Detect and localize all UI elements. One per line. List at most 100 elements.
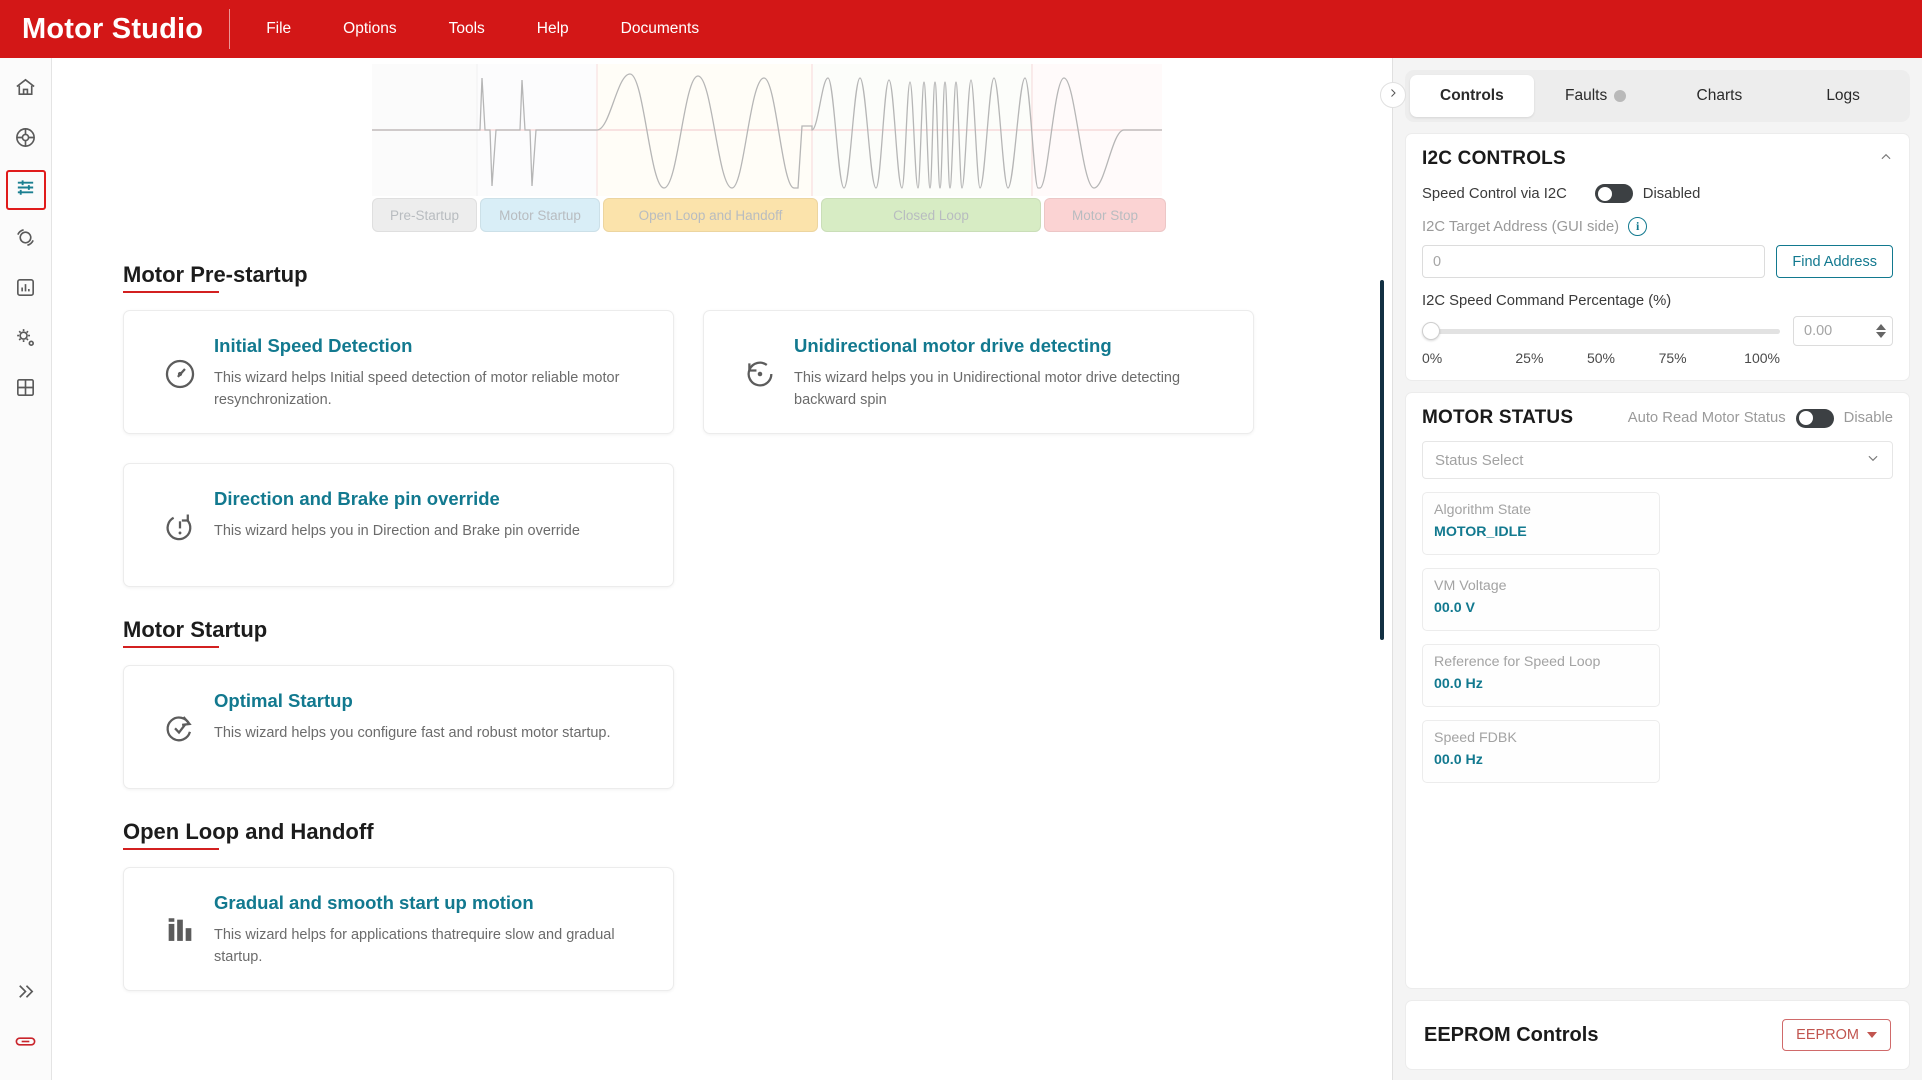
- wizard-sections: Motor Pre-startup Initial Speed Detection…: [52, 232, 1392, 992]
- eeprom-title: EEPROM Controls: [1424, 1023, 1599, 1046]
- i2c-controls-header: I2C CONTROLS: [1422, 148, 1893, 170]
- wizard-section: Motor Pre-startup Initial Speed Detection…: [52, 232, 1392, 588]
- toggle-knob: [1798, 411, 1813, 425]
- target-address-input-row: 0 Find Address: [1422, 245, 1893, 278]
- i2c-controls-card: I2C CONTROLS Speed Control via I2C Disab…: [1405, 133, 1910, 381]
- auto-read-label: Auto Read Motor Status: [1627, 410, 1786, 426]
- main-scrollbar-thumb[interactable]: [1380, 280, 1384, 640]
- tab-logs[interactable]: Logs: [1781, 75, 1905, 117]
- stage-chip-label: Closed Loop: [893, 207, 969, 223]
- stage-chip-label: Open Loop and Handoff: [638, 207, 783, 223]
- speed-control-toggle[interactable]: [1594, 184, 1633, 203]
- auto-read-toggle[interactable]: [1795, 408, 1834, 428]
- left-sidebar: [0, 58, 52, 1080]
- wizard-card[interactable]: Direction and Brake pin override This wiz…: [123, 463, 674, 588]
- menu-item-tools[interactable]: Tools: [423, 12, 511, 46]
- stage-chip[interactable]: Motor Startup: [480, 198, 600, 232]
- wizard-card-list: Initial Speed Detection This wizard helps…: [123, 310, 1392, 588]
- wizard-card[interactable]: Gradual and smooth start up motion This w…: [123, 867, 674, 992]
- toggle-knob: [1597, 186, 1612, 201]
- app-title: Motor Studio: [22, 12, 204, 45]
- tab-controls-label: Controls: [1440, 87, 1504, 104]
- eeprom-dropdown-button[interactable]: EEPROM: [1782, 1019, 1891, 1051]
- gears-icon: [14, 326, 37, 354]
- sidebar-item-settings[interactable]: [6, 320, 46, 360]
- wizard-card-description: This wizard helps Initial speed detectio…: [214, 370, 620, 409]
- info-icon[interactable]: i: [1628, 217, 1648, 236]
- menu-bar: File Options Tools Help Documents: [240, 12, 725, 46]
- home-icon: [14, 76, 37, 104]
- stepper-arrows-icon[interactable]: [1876, 324, 1886, 338]
- wizard-card-body: Gradual and smooth start up motion This w…: [214, 892, 651, 968]
- waveform-svg: [372, 64, 1162, 196]
- status-field-value: 00.0 Hz: [1434, 752, 1483, 768]
- menu-item-file[interactable]: File: [240, 12, 317, 46]
- motor-status-title: MOTOR STATUS: [1422, 407, 1574, 428]
- slider-thumb[interactable]: [1422, 322, 1440, 340]
- speed-percentage-value: 0.00: [1804, 323, 1833, 339]
- wizard-card-body: Unidirectional motor drive detecting This…: [794, 335, 1231, 411]
- wizard-card[interactable]: Initial Speed Detection This wizard helps…: [123, 310, 674, 435]
- motor-status-header: MOTOR STATUS Auto Read Motor Status Disa…: [1422, 407, 1893, 429]
- motor-stage-diagram: Pre-Startup Motor Startup Open Loop and Ha…: [52, 58, 1392, 232]
- tick-100: 100%: [1744, 350, 1780, 366]
- status-select-dropdown[interactable]: Status Select: [1422, 441, 1893, 479]
- stage-chip[interactable]: Motor Stop: [1044, 198, 1166, 232]
- i2c-controls-title: I2C CONTROLS: [1422, 148, 1566, 169]
- wizard-card-list: Gradual and smooth start up motion This w…: [123, 867, 1392, 992]
- wizard-card[interactable]: Unidirectional motor drive detecting This…: [703, 310, 1254, 435]
- chevron-right-icon: [1387, 86, 1399, 104]
- collapse-chevron-up-icon[interactable]: [1879, 150, 1893, 169]
- wizard-card-title[interactable]: Optimal Startup: [214, 690, 651, 712]
- speed-control-state: Disabled: [1642, 185, 1701, 202]
- rotation-icon: [14, 226, 37, 254]
- panel-tab-bar: Controls Faults Charts Logs: [1405, 70, 1910, 122]
- wizard-card[interactable]: Optimal Startup This wizard helps you con…: [123, 665, 674, 790]
- sidebar-item-home[interactable]: [6, 70, 46, 110]
- stage-chip[interactable]: Open Loop and Handoff: [603, 198, 818, 232]
- sidebar-item-registers[interactable]: [6, 370, 46, 410]
- speed-percentage-slider[interactable]: [1422, 321, 1780, 341]
- stage-chip[interactable]: Pre-Startup: [372, 198, 477, 232]
- tab-faults[interactable]: Faults: [1534, 75, 1658, 117]
- wizard-card-title[interactable]: Direction and Brake pin override: [214, 488, 651, 510]
- status-field-value: 00.0 V: [1434, 600, 1476, 616]
- slider-track: [1422, 328, 1780, 334]
- tab-controls[interactable]: Controls: [1410, 75, 1534, 117]
- wizard-card-description: This wizard helps you configure fast and…: [214, 725, 611, 742]
- speed-percentage-stepper[interactable]: 0.00: [1793, 316, 1893, 346]
- wizard-card-body: Direction and Brake pin override This wiz…: [214, 488, 651, 542]
- stage-chip[interactable]: Closed Loop: [821, 198, 1041, 232]
- menu-item-options[interactable]: Options: [317, 12, 422, 46]
- wizard-card-title[interactable]: Unidirectional motor drive detecting: [794, 335, 1231, 357]
- speed-control-row: Speed Control via I2C Disabled: [1422, 184, 1893, 203]
- wizard-card-title[interactable]: Initial Speed Detection: [214, 335, 651, 357]
- alert-spin-icon: [146, 488, 214, 544]
- reverse-spin-icon: [726, 335, 794, 391]
- sidebar-expand-button[interactable]: [6, 974, 46, 1014]
- menu-item-help[interactable]: Help: [511, 12, 595, 46]
- speed-control-label: Speed Control via I2C: [1422, 185, 1567, 202]
- sidebar-item-charts[interactable]: [6, 270, 46, 310]
- sidebar-item-connection[interactable]: [6, 1024, 46, 1064]
- wizard-section: Motor Startup Optimal Startup This wizard …: [52, 587, 1392, 790]
- panel-collapse-button[interactable]: [1380, 82, 1406, 108]
- wizard-card-list: Optimal Startup This wizard helps you con…: [123, 665, 1392, 790]
- target-address-label: I2C Target Address (GUI side): [1422, 218, 1620, 235]
- i2c-target-address-input[interactable]: 0: [1422, 245, 1766, 278]
- tab-charts[interactable]: Charts: [1658, 75, 1782, 117]
- sidebar-item-tuning[interactable]: [5, 170, 46, 210]
- sidebar-item-device[interactable]: [6, 120, 46, 160]
- wizard-card-body: Initial Speed Detection This wizard helps…: [214, 335, 651, 411]
- sliders-icon: [14, 176, 37, 204]
- target-address-row: I2C Target Address (GUI side) i: [1422, 217, 1893, 236]
- find-address-button[interactable]: Find Address: [1776, 245, 1893, 278]
- status-field: Reference for Speed Loop 00.0 Hz: [1422, 644, 1660, 707]
- tab-charts-label: Charts: [1696, 87, 1743, 104]
- bar-chart-icon: [14, 276, 37, 304]
- check-refresh-icon: [146, 690, 214, 746]
- sidebar-item-spin[interactable]: [6, 220, 46, 260]
- wizard-card-title[interactable]: Gradual and smooth start up motion: [214, 892, 651, 914]
- menu-item-documents[interactable]: Documents: [595, 12, 725, 46]
- status-field-value: 00.0 Hz: [1434, 676, 1483, 692]
